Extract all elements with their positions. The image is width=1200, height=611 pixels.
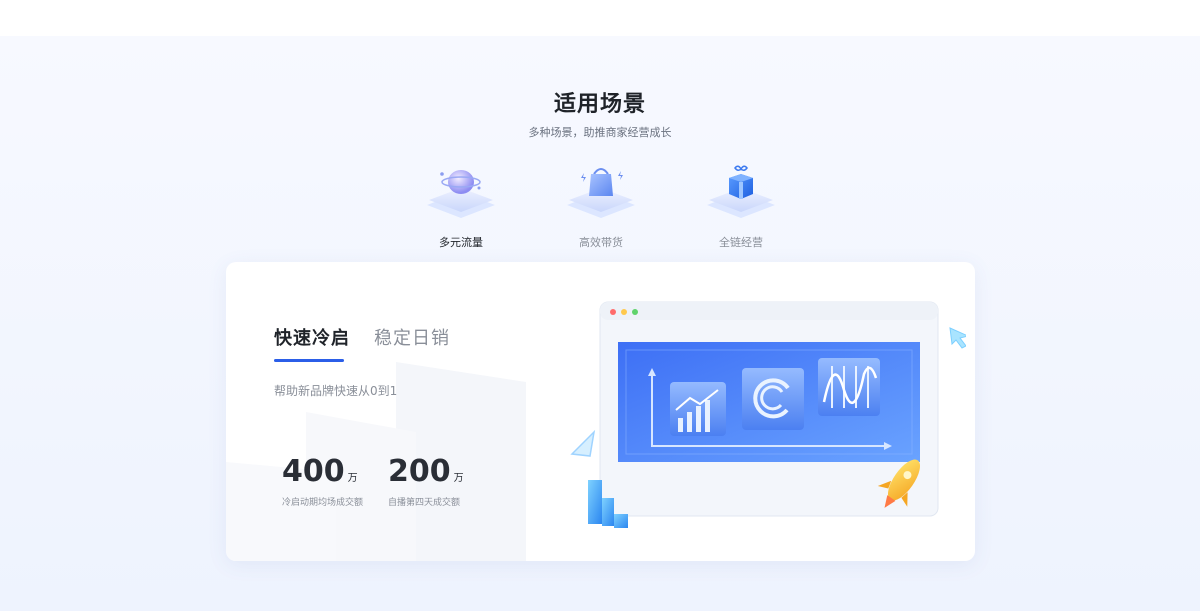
- stat-value: 400: [282, 454, 345, 489]
- shopping-bag-platform-icon: [561, 160, 641, 226]
- stat-item: 200 万 自播第四天成交额: [388, 454, 464, 508]
- stat-unit: 万: [347, 473, 358, 484]
- gift-box-platform-icon: [701, 160, 781, 226]
- stat-value: 200: [388, 454, 451, 489]
- tab-description: 帮助新品牌快速从0到1: [274, 384, 398, 398]
- stat-unit: 万: [453, 473, 464, 484]
- globe-platform-icon: [421, 160, 501, 226]
- tab-stable-sales[interactable]: 稳定日销: [374, 324, 450, 350]
- scenario-detail-card: 快速冷启 稳定日销 帮助新品牌快速从0到1 400 万 冷启动期均场成交额 200…: [226, 262, 975, 561]
- scenario-label: 全链经营: [719, 236, 763, 249]
- dashboard-illustration: [570, 301, 966, 528]
- scenario-item-traffic[interactable]: 多元流量: [421, 160, 501, 250]
- stat-caption: 自播第四天成交额: [388, 498, 461, 508]
- stat-caption: 冷启动期均场成交额: [282, 498, 364, 508]
- scenario-item-sales[interactable]: 高效带货: [561, 160, 641, 250]
- stat-item: 400 万 冷启动期均场成交额: [282, 454, 363, 508]
- tab-quick-start[interactable]: 快速冷启: [274, 324, 350, 350]
- scenario-item-fullchain[interactable]: 全链经营: [701, 160, 781, 250]
- scenario-label: 高效带货: [579, 236, 623, 249]
- section-subtitle: 多种场景，助推商家经营成长: [528, 126, 672, 139]
- section-title: 适用场景: [553, 92, 646, 117]
- scenario-label: 多元流量: [439, 236, 483, 249]
- active-tab-indicator: [274, 359, 344, 362]
